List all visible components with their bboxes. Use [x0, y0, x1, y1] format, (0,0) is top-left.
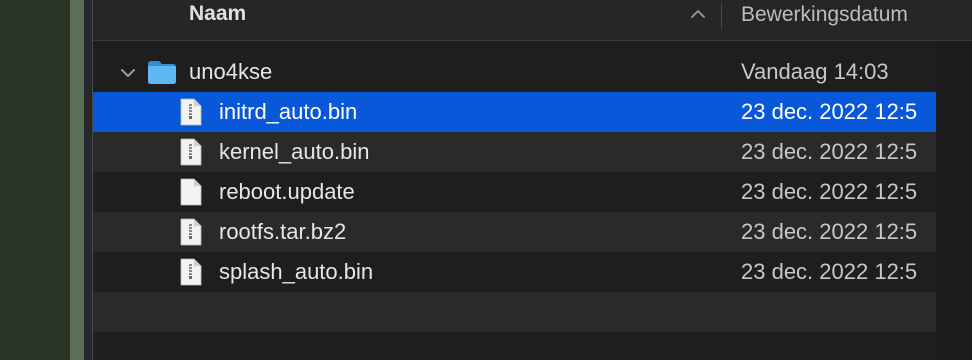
- chevron-down-icon[interactable]: [119, 64, 137, 82]
- file-list: uno4kse Vandaag 14:03 initrd_auto.bin 23…: [93, 52, 936, 360]
- file-row-splash[interactable]: splash_auto.bin 23 dec. 2022 12:5: [93, 252, 936, 292]
- file-row-rootfs[interactable]: rootfs.tar.bz2 23 dec. 2022 12:5: [93, 212, 936, 252]
- finder-list-view: Naam Bewerkingsdatum uno4kse Vandaag 14:…: [92, 0, 972, 360]
- file-date: 23 dec. 2022 12:5: [741, 99, 918, 124]
- file-name: initrd_auto.bin: [219, 99, 358, 124]
- document-icon: [180, 218, 202, 246]
- file-row-initrd[interactable]: initrd_auto.bin 23 dec. 2022 12:5: [93, 92, 936, 132]
- folder-icon: [148, 61, 176, 84]
- file-name: kernel_auto.bin: [219, 139, 370, 164]
- file-name: rootfs.tar.bz2: [219, 219, 347, 244]
- column-divider[interactable]: [721, 4, 722, 28]
- window-shadow: [84, 0, 92, 360]
- column-header-name[interactable]: Naam: [189, 2, 246, 26]
- file-date: 23 dec. 2022 12:5: [741, 219, 918, 244]
- file-row-kernel[interactable]: kernel_auto.bin 23 dec. 2022 12:5: [93, 132, 936, 172]
- file-name: reboot.update: [219, 179, 355, 204]
- document-icon: [180, 178, 202, 206]
- desktop-background: [0, 0, 70, 360]
- file-date: 23 dec. 2022 12:5: [741, 259, 918, 284]
- column-header-date[interactable]: Bewerkingsdatum: [741, 3, 908, 27]
- scrollbar-track[interactable]: [936, 41, 972, 360]
- empty-row: [93, 292, 936, 332]
- document-icon: [180, 138, 202, 166]
- adjacent-window-edge: [70, 0, 84, 360]
- empty-row: [93, 332, 936, 360]
- document-icon: [180, 258, 202, 286]
- folder-date: Vandaag 14:03: [741, 59, 889, 84]
- folder-name: uno4kse: [189, 59, 273, 84]
- file-date: 23 dec. 2022 12:5: [741, 179, 918, 204]
- column-header: Naam Bewerkingsdatum: [93, 0, 972, 41]
- file-row-reboot[interactable]: reboot.update 23 dec. 2022 12:5: [93, 172, 936, 212]
- folder-row[interactable]: uno4kse Vandaag 14:03: [93, 52, 936, 92]
- document-icon: [180, 98, 202, 126]
- file-date: 23 dec. 2022 12:5: [741, 139, 918, 164]
- file-name: splash_auto.bin: [219, 259, 374, 284]
- sort-ascending-icon[interactable]: [689, 5, 707, 23]
